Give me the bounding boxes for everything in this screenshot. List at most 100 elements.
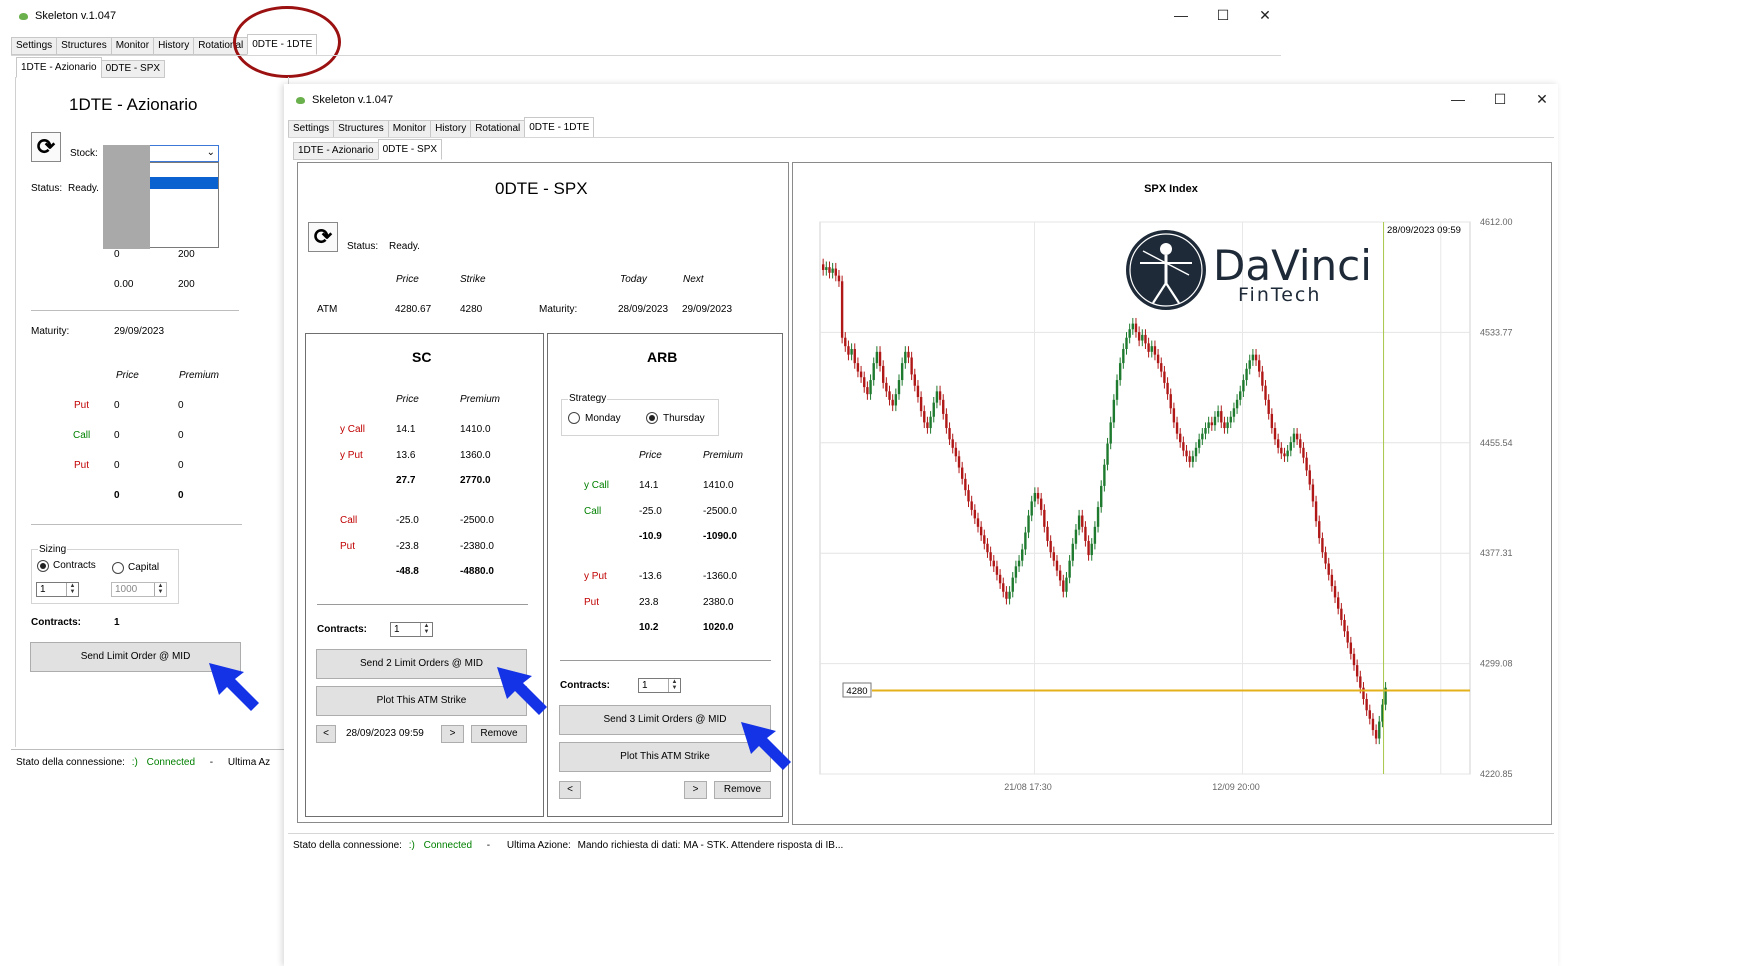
status-bar: Stato della connessione: :) Connected - … xyxy=(16,757,270,768)
content-border xyxy=(11,55,1281,56)
candle-body xyxy=(1163,371,1166,383)
candle-body xyxy=(1188,456,1191,462)
capital-radio-label: Capital xyxy=(128,562,160,573)
subtab-1dte-azionario[interactable]: 1DTE - Azionario xyxy=(16,57,102,78)
arb-contracts-stepper[interactable]: 1 ▲ ▼ xyxy=(638,678,681,693)
subtab-0dte-spx[interactable]: 0DTE - SPX xyxy=(100,60,166,78)
tab-settings[interactable]: Settings xyxy=(288,120,335,138)
stock-dropdown[interactable]: ⌄ xyxy=(149,145,219,162)
arb-prev-button[interactable]: < xyxy=(559,781,581,799)
status-last-action-label: Ultima Azione: xyxy=(506,840,571,851)
candle-body xyxy=(1276,439,1280,448)
tab-structures[interactable]: Structures xyxy=(333,120,389,138)
stepper-arrows-icon[interactable]: ▲ ▼ xyxy=(66,583,78,596)
candle-body xyxy=(919,396,923,412)
candle-body xyxy=(1049,540,1052,553)
capital-stepper[interactable]: 1000 ▲ ▼ xyxy=(111,582,167,597)
divider xyxy=(317,604,528,605)
candle-body xyxy=(1131,323,1135,330)
tab-structures[interactable]: Structures xyxy=(56,37,112,55)
tab-monitor[interactable]: Monitor xyxy=(387,120,432,138)
capital-radio[interactable] xyxy=(112,562,124,574)
leg-label: Put xyxy=(74,400,90,411)
status-smiley: :) xyxy=(131,757,138,768)
candle-body xyxy=(1327,563,1330,575)
leg-premium: 0 xyxy=(178,430,184,441)
subtab-0dte-spx[interactable]: 0DTE - SPX xyxy=(377,139,443,160)
close-button[interactable]: ✕ xyxy=(1254,6,1276,24)
candle-body xyxy=(1065,577,1068,592)
arb-remove-button[interactable]: Remove xyxy=(714,781,771,799)
sc-sum1-price: 27.7 xyxy=(396,475,416,486)
thursday-radio[interactable] xyxy=(646,412,658,424)
maturity-value: 29/09/2023 xyxy=(114,326,165,337)
leg-price: 0 xyxy=(114,430,120,441)
close-button[interactable]: ✕ xyxy=(1531,90,1553,108)
candle-body xyxy=(995,566,999,575)
candle-body xyxy=(1166,382,1169,395)
tab-history[interactable]: History xyxy=(153,37,195,55)
candle-body xyxy=(872,363,875,381)
candle-body xyxy=(1264,385,1267,400)
candle-body xyxy=(1084,526,1087,541)
candle-body xyxy=(929,416,932,429)
refresh-button[interactable]: ⟳ xyxy=(308,222,338,252)
contracts-stepper-value: 1 xyxy=(40,584,46,595)
contracts-stepper[interactable]: 1 ▲ ▼ xyxy=(36,582,79,597)
minimize-button[interactable]: — xyxy=(1170,6,1192,24)
contracts-radio[interactable] xyxy=(37,560,49,572)
monday-radio[interactable] xyxy=(568,412,580,424)
candle-body xyxy=(1318,521,1321,539)
candle-body xyxy=(948,428,951,440)
tab-monitor[interactable]: Monitor xyxy=(110,37,155,55)
candle-body xyxy=(1125,337,1128,350)
sizing-label: Sizing xyxy=(38,544,68,555)
row-a-value2: 200 xyxy=(178,249,195,260)
candle-body xyxy=(1245,368,1248,381)
status-connected: Connected xyxy=(146,757,196,768)
total-premium: 0 xyxy=(178,490,184,501)
sc-remove-button[interactable]: Remove xyxy=(471,725,527,743)
stepper-arrows-icon[interactable]: ▲ ▼ xyxy=(668,679,680,692)
candle-body xyxy=(1182,442,1185,451)
chart-title: SPX Index xyxy=(1144,183,1199,195)
stock-dropdown-list[interactable] xyxy=(149,162,219,248)
maximize-button[interactable]: ☐ xyxy=(1489,90,1511,108)
candle-body xyxy=(910,357,913,375)
subtab-1dte-azionario[interactable]: 1DTE - Azionario xyxy=(293,142,379,160)
leg-price: 0 xyxy=(114,400,120,411)
maximize-button[interactable]: ☐ xyxy=(1212,6,1234,24)
dropdown-selected-item[interactable] xyxy=(150,177,218,189)
sc-leg-label: y Call xyxy=(340,424,366,435)
candle-body xyxy=(964,478,967,491)
stepper-arrows-icon[interactable]: ▲ ▼ xyxy=(154,583,166,596)
minimize-button[interactable]: — xyxy=(1447,90,1469,108)
arb-next-button[interactable]: > xyxy=(684,781,707,799)
arb-sum2-premium: 1020.0 xyxy=(703,622,734,633)
sc-leg-premium: -2500.0 xyxy=(460,515,494,526)
candle-body xyxy=(1210,422,1214,426)
sc-contracts-label: Contracts: xyxy=(317,624,368,635)
sc-contracts-stepper[interactable]: 1 ▲ ▼ xyxy=(390,622,433,637)
candle-body xyxy=(1014,566,1018,578)
candle-body xyxy=(1343,619,1346,632)
divider xyxy=(560,660,771,661)
arb-leg-premium: -2500.0 xyxy=(703,506,737,517)
arb-leg-label: Put xyxy=(584,597,600,608)
leg-label: Put xyxy=(74,460,90,471)
sc-next-button[interactable]: > xyxy=(441,725,464,743)
tab-0dte-1dte[interactable]: 0DTE - 1DTE xyxy=(524,117,595,138)
candle-body xyxy=(967,490,970,502)
sc-prev-button[interactable]: < xyxy=(316,725,336,743)
sc-sum2-price: -48.8 xyxy=(396,566,419,577)
sc-contracts-value: 1 xyxy=(394,624,400,635)
maturity-today: 28/09/2023 xyxy=(618,304,669,315)
tab-settings[interactable]: Settings xyxy=(11,37,58,55)
candle-body xyxy=(992,560,995,567)
stepper-arrows-icon[interactable]: ▲ ▼ xyxy=(420,623,432,636)
tab-rotational[interactable]: Rotational xyxy=(470,120,526,138)
candle-body xyxy=(1242,380,1245,392)
tab-history[interactable]: History xyxy=(430,120,472,138)
candle-body xyxy=(1017,560,1021,567)
refresh-button[interactable]: ⟳ xyxy=(31,132,61,162)
